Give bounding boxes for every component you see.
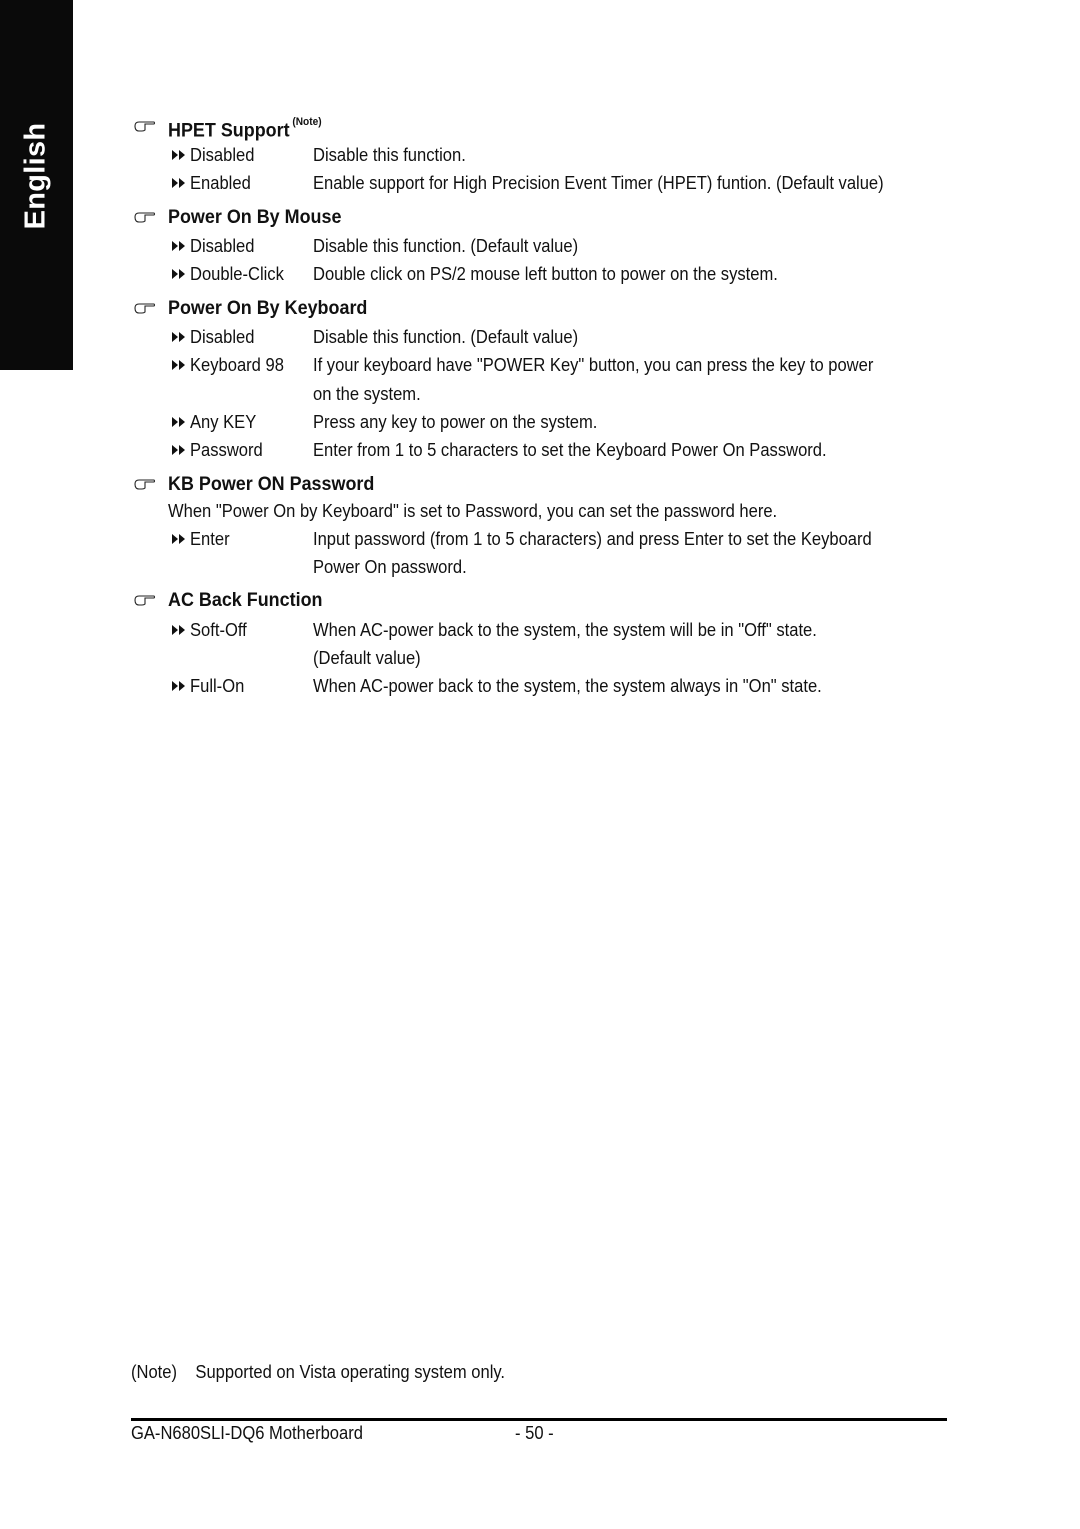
section-heading: Power On By Keyboard	[168, 297, 368, 319]
option-description-continued: on the system.	[313, 384, 421, 404]
option-row: Enabled Enable support for High Precisio…	[0, 170, 1080, 198]
option-name: Enter	[190, 529, 230, 549]
pointing-hand-icon	[134, 121, 156, 132]
option-name: Disabled	[190, 327, 255, 347]
option-continuation-row: on the system.	[0, 381, 1080, 409]
section-intro: When "Power On by Keyboard" is set to Pa…	[168, 501, 778, 521]
option-row: Password Enter from 1 to 5 characters to…	[0, 437, 1080, 465]
option-row: Any KEY Press any key to power on the sy…	[0, 409, 1080, 437]
note-superscript: (Note)	[292, 116, 322, 128]
section-heading: AC Back Function	[168, 589, 323, 611]
option-description: Press any key to power on the system.	[313, 412, 598, 432]
double-arrow-bullet-icon	[172, 150, 185, 160]
double-arrow-bullet-icon	[172, 178, 185, 188]
double-arrow-bullet-icon	[172, 625, 185, 635]
double-arrow-bullet-icon	[172, 360, 185, 370]
footer-model: GA-N680SLI-DQ6 Motherboard	[131, 1423, 363, 1443]
option-row: Double-Click Double click on PS/2 mouse …	[0, 261, 1080, 289]
option-description: Enable support for High Precision Event …	[313, 173, 884, 193]
double-arrow-bullet-icon	[172, 332, 185, 342]
option-description: When AC-power back to the system, the sy…	[313, 676, 822, 696]
section-heading: HPET Support (Note)	[168, 114, 322, 143]
double-arrow-bullet-icon	[172, 681, 185, 691]
option-description: If your keyboard have "POWER Key" button…	[313, 355, 874, 375]
section-title: HPET Support	[168, 119, 290, 142]
option-name: Enabled	[190, 173, 251, 193]
option-name: Full-On	[190, 676, 245, 696]
option-row: Disabled Disable this function. (Default…	[0, 324, 1080, 352]
option-description: Disable this function. (Default value)	[313, 236, 579, 256]
option-row: Disabled Disable this function.	[0, 142, 1080, 170]
option-description: Input password (from 1 to 5 characters) …	[313, 529, 872, 549]
double-arrow-bullet-icon	[172, 534, 185, 544]
footnote-label: (Note)	[131, 1362, 178, 1382]
option-description: Enter from 1 to 5 characters to set the …	[313, 440, 827, 460]
option-row: Enter Input password (from 1 to 5 charac…	[0, 526, 1080, 554]
option-row: Disabled Disable this function. (Default…	[0, 233, 1080, 261]
page-number: - 50 -	[515, 1423, 554, 1443]
double-arrow-bullet-icon	[172, 445, 185, 455]
option-name: Password	[190, 440, 263, 460]
pointing-hand-icon	[134, 595, 156, 606]
pointing-hand-icon	[134, 303, 156, 314]
option-row: Soft-Off When AC-power back to the syste…	[0, 617, 1080, 645]
option-name: Double-Click	[190, 264, 284, 284]
option-name: Any KEY	[190, 412, 257, 432]
double-arrow-bullet-icon	[172, 417, 185, 427]
section-heading: Power On By Mouse	[168, 206, 342, 228]
pointing-hand-icon	[134, 479, 156, 490]
option-name: Disabled	[190, 236, 255, 256]
option-continuation-row: Power On password.	[0, 554, 1080, 582]
option-description: When AC-power back to the system, the sy…	[313, 620, 817, 640]
option-row: Full-On When AC-power back to the system…	[0, 673, 1080, 701]
option-name: Disabled	[190, 145, 255, 165]
option-description: Disable this function.	[313, 145, 466, 165]
footnote: (Note) Supported on Vista operating syste…	[131, 1359, 505, 1385]
option-row: Keyboard 98 If your keyboard have "POWER…	[0, 352, 1080, 380]
double-arrow-bullet-icon	[172, 241, 185, 251]
option-description: Double click on PS/2 mouse left button t…	[313, 264, 778, 284]
double-arrow-bullet-icon	[172, 269, 185, 279]
option-description-continued: (Default value)	[313, 648, 421, 668]
section-heading: KB Power ON Password	[168, 473, 375, 495]
option-description: Disable this function. (Default value)	[313, 327, 579, 347]
option-continuation-row: (Default value)	[0, 645, 1080, 673]
option-name: Keyboard 98	[190, 355, 284, 375]
option-description-continued: Power On password.	[313, 557, 467, 577]
footnote-text: Supported on Vista operating system only…	[195, 1362, 506, 1382]
pointing-hand-icon	[134, 212, 156, 223]
option-name: Soft-Off	[190, 620, 247, 640]
